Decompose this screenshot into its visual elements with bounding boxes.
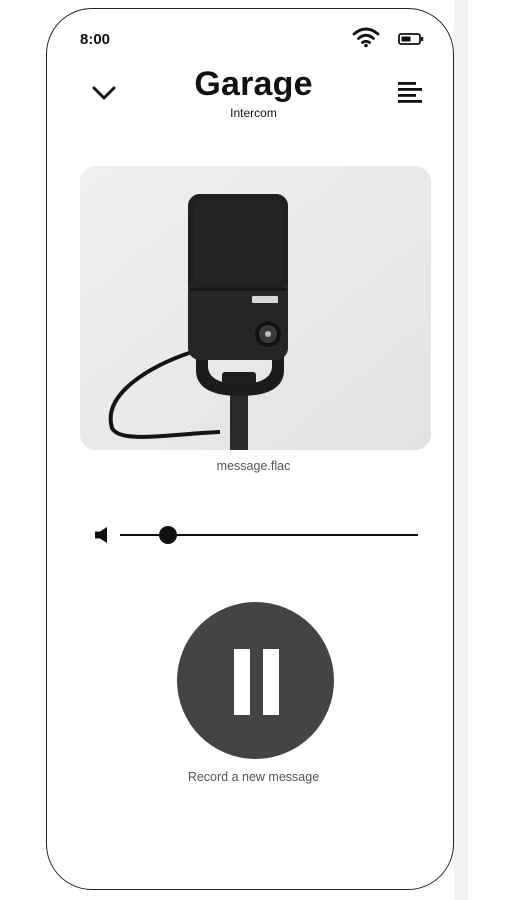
page-subtitle: Intercom (230, 106, 277, 120)
status-time: 8:00 (80, 31, 111, 48)
menu-icon (398, 82, 422, 103)
battery-icon (398, 33, 424, 45)
side-shade (454, 0, 468, 900)
page-title: Garage (194, 65, 313, 103)
record-pause-button[interactable] (177, 602, 334, 759)
menu-button[interactable] (396, 80, 424, 106)
volume-thumb[interactable] (158, 526, 177, 544)
wifi-icon (352, 27, 380, 48)
file-name: message.flac (216, 459, 291, 473)
volume-slider[interactable] (120, 524, 418, 546)
microphone-photo (80, 166, 431, 450)
record-label: Record a new message (187, 770, 320, 784)
pause-icon-bar (263, 649, 279, 715)
pause-icon (234, 649, 250, 715)
speaker-icon[interactable] (92, 524, 114, 546)
